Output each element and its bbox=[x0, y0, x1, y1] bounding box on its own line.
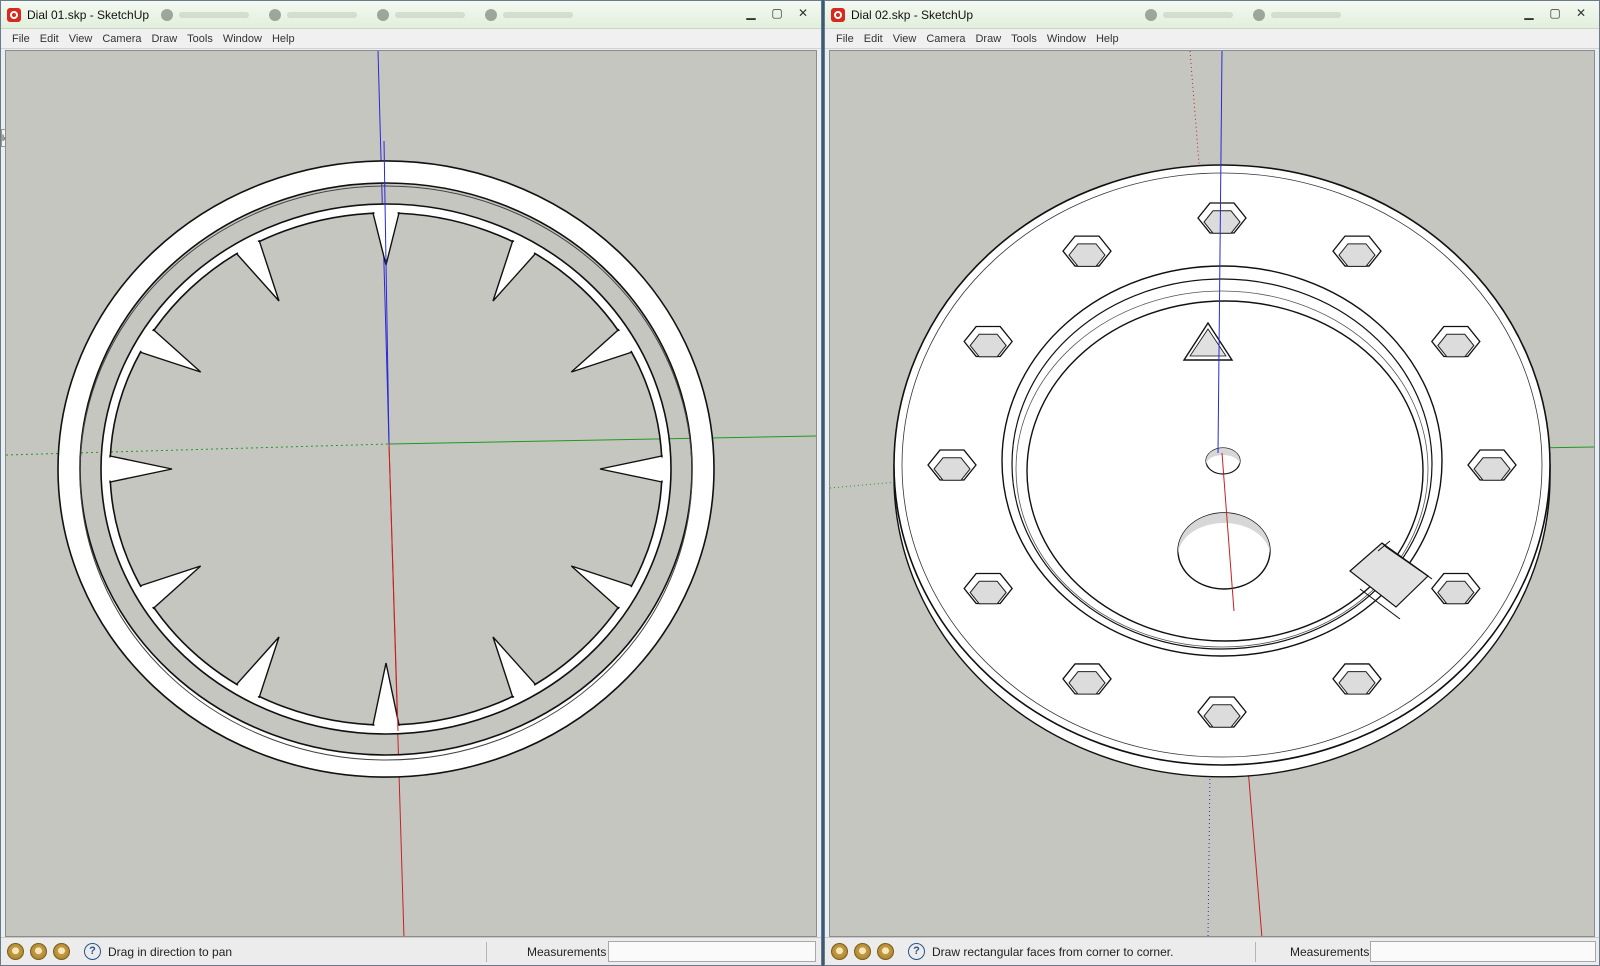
status-message: Draw rectangular faces from corner to co… bbox=[932, 944, 1174, 959]
credits-icon[interactable] bbox=[30, 943, 47, 960]
status-message: Drag in direction to pan bbox=[108, 944, 233, 959]
menu-tools[interactable]: Tools bbox=[182, 33, 218, 45]
window-title: Dial 02.skp - SketchUp bbox=[851, 8, 974, 22]
blue-axis-negative bbox=[1207, 770, 1211, 936]
hour-marker bbox=[372, 662, 400, 726]
help-icon[interactable]: ? bbox=[84, 943, 101, 960]
green-axis bbox=[388, 435, 816, 445]
sketchup-window-dial-02: Dial 02.skp - SketchUp ▁ ▢ ✕ File Edit V… bbox=[824, 0, 1600, 966]
drawing-viewport[interactable] bbox=[829, 50, 1595, 937]
background-taskbar-ghost bbox=[1145, 8, 1341, 22]
menu-help[interactable]: Help bbox=[267, 33, 300, 45]
menu-file[interactable]: File bbox=[7, 33, 35, 45]
close-icon: ✕ bbox=[1575, 6, 1587, 20]
minimize-button[interactable]: ▁ bbox=[1517, 4, 1541, 22]
hour-marker bbox=[599, 455, 663, 483]
title-bar[interactable]: Dial 01.skp - SketchUp ▁ ▢ ✕ bbox=[1, 1, 821, 29]
menu-draw[interactable]: Draw bbox=[146, 33, 182, 45]
menu-tools[interactable]: Tools bbox=[1006, 33, 1042, 45]
measurements-input[interactable] bbox=[608, 941, 816, 962]
title-bar[interactable]: Dial 02.skp - SketchUp ▁ ▢ ✕ bbox=[825, 1, 1599, 29]
model-canvas[interactable] bbox=[6, 51, 817, 937]
measurements-label: Measurements bbox=[1290, 945, 1370, 959]
user-sign-in-icon[interactable] bbox=[877, 943, 894, 960]
minimize-button[interactable]: ▁ bbox=[739, 4, 763, 22]
menu-camera[interactable]: Camera bbox=[921, 33, 970, 45]
sketchup-logo-icon bbox=[7, 8, 21, 22]
sketchup-logo-icon bbox=[831, 8, 845, 22]
maximize-button[interactable]: ▢ bbox=[1543, 4, 1567, 22]
model-canvas[interactable] bbox=[830, 51, 1595, 937]
close-button[interactable]: ✕ bbox=[791, 4, 815, 22]
help-icon[interactable]: ? bbox=[908, 943, 925, 960]
menu-window[interactable]: Window bbox=[218, 33, 267, 45]
hour-marker bbox=[109, 455, 173, 483]
menu-window[interactable]: Window bbox=[1042, 33, 1091, 45]
menu-help[interactable]: Help bbox=[1091, 33, 1124, 45]
geo-location-icon[interactable] bbox=[7, 943, 24, 960]
geo-location-icon[interactable] bbox=[831, 943, 848, 960]
maximize-icon: ▢ bbox=[1549, 6, 1561, 20]
credits-icon[interactable] bbox=[854, 943, 871, 960]
drawing-viewport[interactable] bbox=[5, 50, 817, 937]
measurements-input[interactable] bbox=[1370, 941, 1596, 962]
menu-draw[interactable]: Draw bbox=[970, 33, 1006, 45]
sketchup-window-dial-01: Dial 01.skp - SketchUp ▁ ▢ ✕ File Edit V… bbox=[0, 0, 822, 966]
close-button[interactable]: ✕ bbox=[1569, 4, 1593, 22]
menu-edit[interactable]: Edit bbox=[859, 33, 888, 45]
minimize-icon: ▁ bbox=[1524, 6, 1534, 20]
menu-edit[interactable]: Edit bbox=[35, 33, 64, 45]
background-taskbar-ghost bbox=[161, 8, 573, 22]
window-title: Dial 01.skp - SketchUp bbox=[27, 8, 150, 22]
status-bar: ? Drag in direction to pan Measurements bbox=[1, 937, 821, 965]
menu-view[interactable]: View bbox=[64, 33, 98, 45]
status-separator bbox=[486, 942, 487, 962]
menu-bar: File Edit View Camera Draw Tools Window … bbox=[1, 29, 821, 49]
user-sign-in-icon[interactable] bbox=[53, 943, 70, 960]
measurements-label: Measurements bbox=[527, 945, 607, 959]
menu-file[interactable]: File bbox=[831, 33, 859, 45]
status-bar: ? Draw rectangular faces from corner to … bbox=[825, 937, 1599, 965]
menu-bar: File Edit View Camera Draw Tools Window … bbox=[825, 29, 1599, 49]
close-icon: ✕ bbox=[797, 6, 809, 20]
minimize-icon: ▁ bbox=[746, 6, 756, 20]
status-separator bbox=[1255, 942, 1256, 962]
maximize-button[interactable]: ▢ bbox=[765, 4, 789, 22]
maximize-icon: ▢ bbox=[771, 6, 783, 20]
menu-camera[interactable]: Camera bbox=[97, 33, 146, 45]
menu-view[interactable]: View bbox=[888, 33, 922, 45]
